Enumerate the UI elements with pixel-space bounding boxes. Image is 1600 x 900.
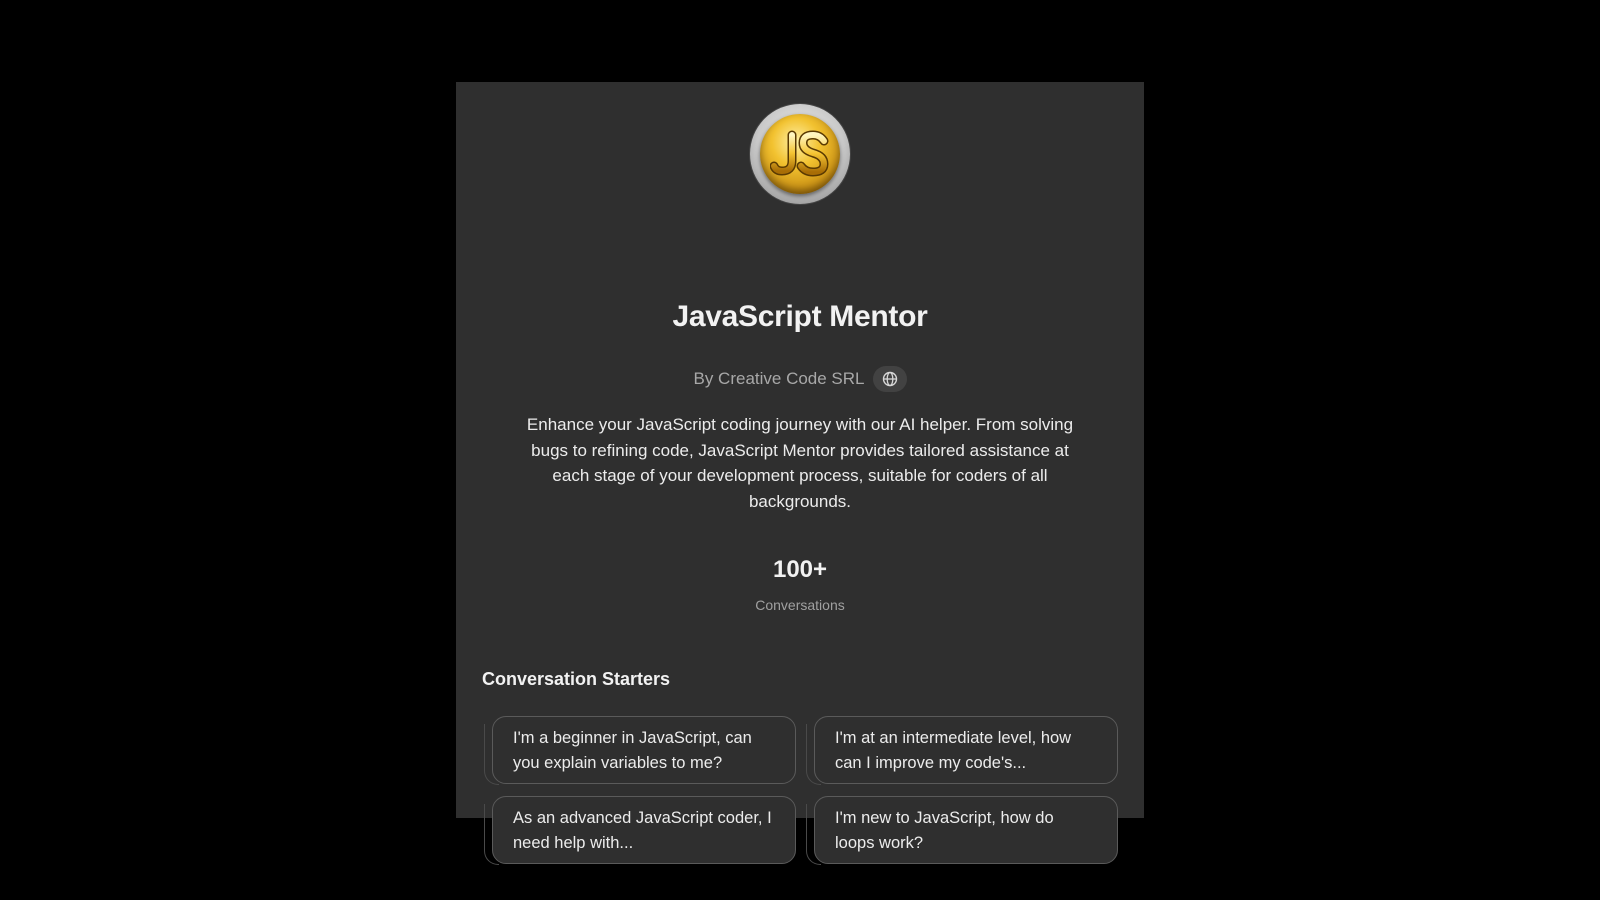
starter-wrap: I'm new to JavaScript, how do loops work… <box>806 796 1118 865</box>
conversation-starters-heading: Conversation Starters <box>482 669 671 689</box>
author-name: By Creative Code SRL <box>693 369 865 388</box>
starter-card-2[interactable]: I'm at an intermediate level, how can I … <box>814 716 1118 784</box>
starter-wrap: As an advanced JavaScript coder, I need … <box>484 796 796 865</box>
author-byline: By Creative Code SRL <box>456 366 1144 392</box>
conversation-count: 100+ <box>772 556 828 583</box>
conversation-starters-grid: I'm a beginner in JavaScript, can you ex… <box>484 716 1120 865</box>
gpt-title: JavaScript Mentor <box>672 300 928 333</box>
starter-card-4[interactable]: I'm new to JavaScript, how do loops work… <box>814 796 1118 864</box>
author-website-button[interactable] <box>872 366 907 392</box>
starter-card-text: I'm a beginner in JavaScript, can you ex… <box>513 729 752 772</box>
starter-wrap: I'm a beginner in JavaScript, can you ex… <box>484 716 796 785</box>
gpt-description: Enhance your JavaScript coding journey w… <box>526 415 1074 511</box>
gpt-profile-panel: JavaScript Mentor By Creative Code SRL E… <box>456 82 1144 865</box>
conversation-count-label: Conversations <box>755 597 845 613</box>
starter-card-1[interactable]: I'm a beginner in JavaScript, can you ex… <box>492 716 796 784</box>
starter-card-text: I'm new to JavaScript, how do loops work… <box>835 809 1054 852</box>
js-coin-logo-icon <box>760 114 840 194</box>
starter-card-3[interactable]: As an advanced JavaScript coder, I need … <box>492 796 796 864</box>
globe-icon <box>882 371 897 387</box>
starter-wrap: I'm at an intermediate level, how can I … <box>806 716 1118 785</box>
gpt-avatar <box>750 104 850 204</box>
starter-card-text: I'm at an intermediate level, how can I … <box>835 729 1072 772</box>
starter-card-text: As an advanced JavaScript coder, I need … <box>513 809 772 852</box>
